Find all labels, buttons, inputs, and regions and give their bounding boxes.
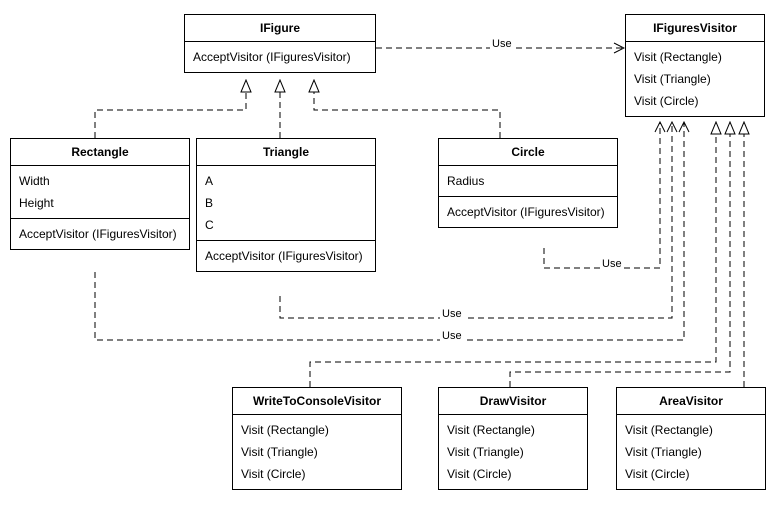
method: Visit (Circle) (447, 463, 579, 485)
method: Visit (Rectangle) (241, 419, 393, 441)
method: AcceptVisitor (IFiguresVisitor) (19, 223, 181, 245)
label-circle-use: Use (600, 258, 624, 270)
class-methods: AcceptVisitor (IFiguresVisitor) (185, 42, 375, 72)
class-rectangle: Rectangle Width Height AcceptVisitor (IF… (10, 138, 190, 250)
attr: Radius (447, 170, 609, 192)
class-methods: Visit (Rectangle) Visit (Triangle) Visit… (626, 42, 764, 116)
method: Visit (Rectangle) (447, 419, 579, 441)
class-methods: Visit (Rectangle) Visit (Triangle) Visit… (233, 415, 401, 489)
label-rectangle-use: Use (440, 330, 464, 342)
class-title: WriteToConsoleVisitor (233, 388, 401, 415)
attr: Width (19, 170, 181, 192)
class-attrs: A B C (197, 166, 375, 241)
method: Visit (Circle) (634, 90, 756, 112)
class-title: Circle (439, 139, 617, 166)
method: AcceptVisitor (IFiguresVisitor) (205, 245, 367, 267)
attr: C (205, 214, 367, 236)
method: Visit (Circle) (625, 463, 757, 485)
class-title: Rectangle (11, 139, 189, 166)
method: AcceptVisitor (IFiguresVisitor) (193, 46, 367, 68)
method: Visit (Triangle) (447, 441, 579, 463)
class-methods: AcceptVisitor (IFiguresVisitor) (197, 241, 375, 271)
attr: B (205, 192, 367, 214)
method: Visit (Triangle) (241, 441, 393, 463)
edge-rectangle-realize-ifigure (95, 80, 246, 138)
method: Visit (Triangle) (634, 68, 756, 90)
uml-canvas: { "classes": { "ifigure": { "title": "IF… (0, 0, 777, 524)
method: Visit (Triangle) (625, 441, 757, 463)
class-areavisitor: AreaVisitor Visit (Rectangle) Visit (Tri… (616, 387, 766, 490)
class-circle: Circle Radius AcceptVisitor (IFiguresVis… (438, 138, 618, 228)
label-ifigure-use: Use (490, 38, 514, 50)
class-title: DrawVisitor (439, 388, 587, 415)
class-title: AreaVisitor (617, 388, 765, 415)
method: Visit (Rectangle) (625, 419, 757, 441)
class-title: IFiguresVisitor (626, 15, 764, 42)
attr: A (205, 170, 367, 192)
method: Visit (Circle) (241, 463, 393, 485)
method: Visit (Rectangle) (634, 46, 756, 68)
class-triangle: Triangle A B C AcceptVisitor (IFiguresVi… (196, 138, 376, 272)
class-title: IFigure (185, 15, 375, 42)
attr: Height (19, 192, 181, 214)
class-methods: AcceptVisitor (IFiguresVisitor) (11, 219, 189, 249)
class-ifigure: IFigure AcceptVisitor (IFiguresVisitor) (184, 14, 376, 73)
label-triangle-use: Use (440, 308, 464, 320)
class-drawvisitor: DrawVisitor Visit (Rectangle) Visit (Tri… (438, 387, 588, 490)
class-methods: Visit (Rectangle) Visit (Triangle) Visit… (439, 415, 587, 489)
class-ifiguresvisitor: IFiguresVisitor Visit (Rectangle) Visit … (625, 14, 765, 117)
class-methods: Visit (Rectangle) Visit (Triangle) Visit… (617, 415, 765, 489)
class-title: Triangle (197, 139, 375, 166)
edge-circle-realize-ifigure (314, 80, 500, 138)
class-methods: AcceptVisitor (IFiguresVisitor) (439, 197, 617, 227)
method: AcceptVisitor (IFiguresVisitor) (447, 201, 609, 223)
class-writetoconsolevisitor: WriteToConsoleVisitor Visit (Rectangle) … (232, 387, 402, 490)
class-attrs: Width Height (11, 166, 189, 219)
class-attrs: Radius (439, 166, 617, 197)
